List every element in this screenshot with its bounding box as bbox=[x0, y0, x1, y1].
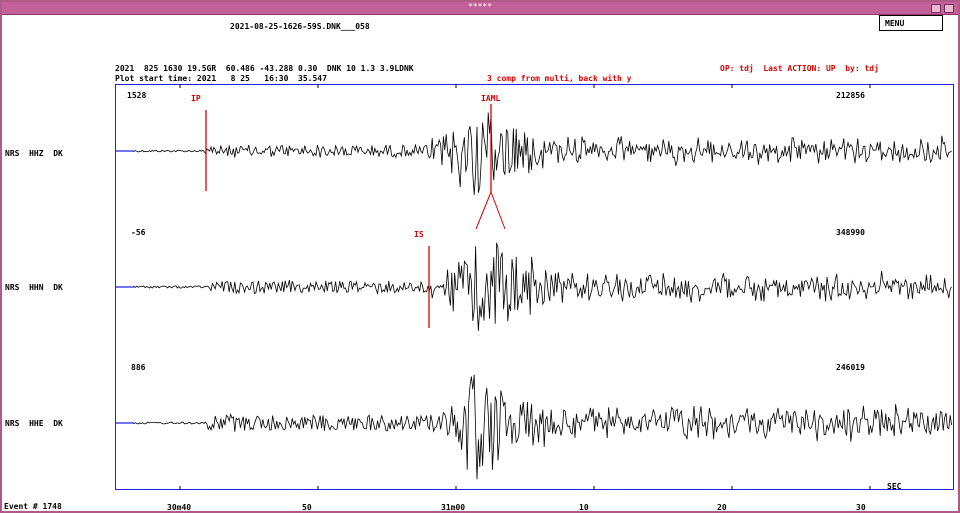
amplitude-marker bbox=[490, 191, 506, 230]
seismic-trace bbox=[133, 112, 952, 195]
seismic-trace bbox=[133, 374, 952, 480]
waveform-traces bbox=[116, 84, 952, 490]
seismic-trace bbox=[133, 242, 952, 331]
amplitude-marker bbox=[475, 191, 492, 230]
